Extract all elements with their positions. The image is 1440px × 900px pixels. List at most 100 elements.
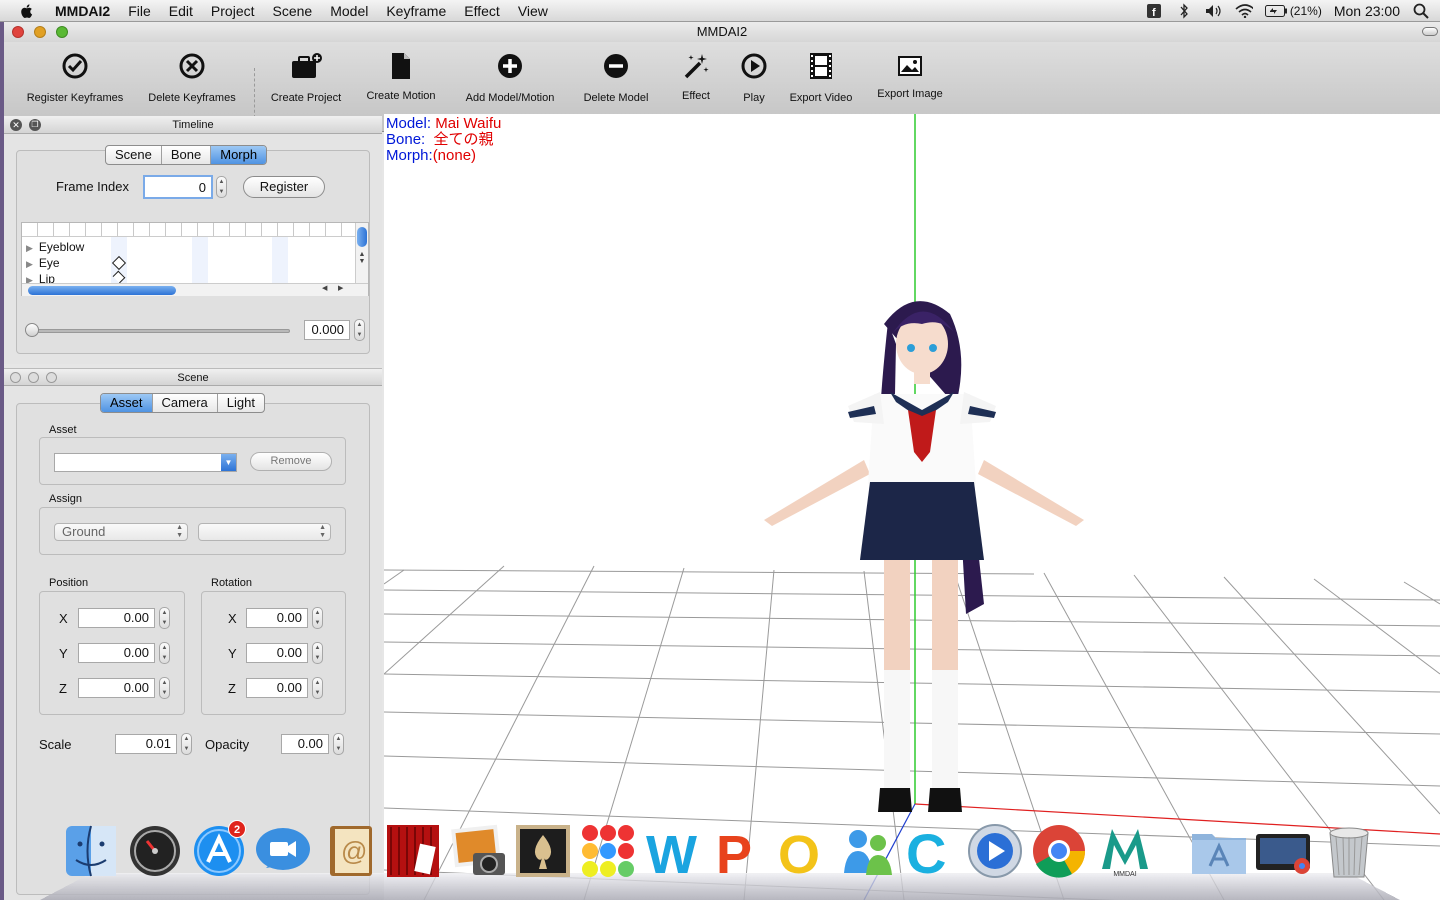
rotation-y-field[interactable]: 0.00 [246, 643, 308, 663]
spotlight-icon[interactable] [1412, 3, 1430, 19]
minimize-window-button[interactable] [34, 26, 46, 38]
disclosure-triangle-icon[interactable]: ▶ [26, 259, 33, 269]
dock-trash[interactable] [1320, 822, 1378, 880]
menu-model[interactable]: Model [321, 3, 377, 19]
scale-field[interactable]: 0.01 [115, 734, 177, 754]
tab-timeline-bone[interactable]: Bone [162, 146, 212, 164]
register-button[interactable]: Register [243, 176, 325, 198]
assign-bone-select[interactable]: ▲ ▼ [198, 523, 331, 541]
delete-keyframes-button[interactable]: Delete Keyframes [140, 46, 244, 126]
dock-game[interactable] [580, 822, 638, 880]
create-project-button[interactable]: Create Project [264, 46, 348, 126]
rotation-x-stepper[interactable]: ▲ ▼ [312, 607, 323, 629]
dock-lync[interactable] [838, 822, 896, 880]
timeline-horizontal-scrollbar[interactable]: ◀ ▶ [22, 283, 368, 296]
frame-index-stepper[interactable]: ▲ ▼ [216, 176, 227, 198]
dock-word[interactable]: W [644, 822, 702, 880]
dock-iphoto[interactable] [450, 822, 508, 880]
assign-target-select[interactable]: Ground ▲ ▼ [54, 523, 188, 541]
opacity-field[interactable]: 0.00 [281, 734, 329, 754]
dock-photo-booth[interactable] [384, 822, 442, 880]
position-x-field[interactable]: 0.00 [78, 608, 155, 628]
disclosure-triangle-icon[interactable]: ▶ [26, 243, 33, 253]
track-eye[interactable]: ▶ Eye [26, 256, 60, 270]
dock-dashboard[interactable] [126, 822, 184, 880]
dock-address-book[interactable]: @ [322, 822, 380, 880]
toolbar-toggle-button[interactable] [1422, 27, 1438, 36]
dropdown-arrow-icon[interactable]: ▼ [221, 454, 236, 471]
remove-button[interactable]: Remove [250, 452, 332, 471]
menu-app-name[interactable]: MMDAI2 [46, 3, 119, 19]
apple-menu-icon[interactable] [18, 2, 36, 20]
scroll-down-arrow-icon[interactable]: ▼ [356, 258, 368, 265]
position-y-field[interactable]: 0.00 [78, 643, 155, 663]
dock-outlook[interactable]: O [774, 822, 832, 880]
dock-applications-folder[interactable] [1190, 822, 1248, 880]
position-z-stepper[interactable]: ▲ ▼ [159, 677, 170, 699]
scale-stepper[interactable]: ▲ ▼ [181, 733, 192, 755]
volume-icon[interactable] [1205, 3, 1223, 19]
menu-keyframe[interactable]: Keyframe [377, 3, 455, 19]
dock-app-store[interactable]: 2 [190, 820, 248, 880]
dock-c-app[interactable]: C [902, 822, 960, 880]
timeline-slider-value[interactable]: 0.000 [304, 320, 350, 340]
3d-viewport[interactable]: Model: Mai Waifu Bone: 全ての親 Morph:(none) [384, 114, 1440, 900]
tab-scene-camera[interactable]: Camera [153, 394, 218, 412]
timeline-slider-knob[interactable] [25, 323, 39, 337]
menu-project[interactable]: Project [202, 3, 264, 19]
dock-mmdai[interactable]: MMDAI [1096, 822, 1154, 880]
rotation-z-stepper[interactable]: ▲ ▼ [312, 677, 323, 699]
scroll-left-arrow-icon[interactable]: ◀ [322, 284, 327, 292]
zoom-window-button[interactable] [56, 26, 68, 38]
battery-status[interactable]: (21%) [1264, 4, 1322, 18]
dock-finder[interactable] [62, 822, 120, 880]
track-eyeblow[interactable]: ▶ Eyeblow [26, 240, 84, 254]
position-z-field[interactable]: 0.00 [78, 678, 155, 698]
menu-edit[interactable]: Edit [160, 3, 202, 19]
position-y-stepper[interactable]: ▲ ▼ [159, 642, 170, 664]
bluetooth-icon[interactable] [1175, 3, 1193, 19]
timeline-slider-track[interactable] [26, 329, 290, 333]
dock-solitaire[interactable] [514, 822, 572, 880]
dock-powerpoint[interactable]: P [710, 822, 768, 880]
tab-scene-asset[interactable]: Asset [101, 394, 153, 412]
rotation-y-stepper[interactable]: ▲ ▼ [312, 642, 323, 664]
scene-minimize-icon[interactable] [28, 372, 39, 383]
create-motion-label: Create Motion [366, 90, 436, 102]
scroll-thumb[interactable] [28, 286, 176, 295]
wifi-icon[interactable] [1235, 3, 1253, 19]
rotation-x-field[interactable]: 0.00 [246, 608, 308, 628]
register-keyframes-button[interactable]: Register Keyframes [20, 46, 130, 126]
dock-facetime[interactable] [254, 822, 312, 880]
timeline-detach-icon[interactable]: ❐ [29, 119, 41, 131]
scroll-up-arrow-icon[interactable]: ▲ [356, 251, 368, 258]
timeline-close-icon[interactable]: ✕ [10, 119, 22, 131]
scene-zoom-icon[interactable] [46, 372, 57, 383]
disclosure-triangle-icon[interactable]: ▶ [26, 275, 33, 283]
scroll-thumb[interactable] [357, 227, 367, 247]
scene-close-icon[interactable] [10, 372, 21, 383]
timeline-vertical-scrollbar[interactable]: ▲ ▼ [355, 223, 368, 283]
scroll-right-arrow-icon[interactable]: ▶ [338, 284, 343, 292]
frame-index-field[interactable]: 0 [143, 175, 213, 199]
close-window-button[interactable] [12, 26, 24, 38]
facebook-icon[interactable]: f [1145, 3, 1163, 19]
menu-file[interactable]: File [119, 3, 160, 19]
tab-timeline-morph[interactable]: Morph [211, 146, 267, 164]
track-lip[interactable]: ▶ Lip [26, 272, 55, 283]
dock-chrome[interactable] [1030, 822, 1088, 880]
menu-effect[interactable]: Effect [455, 3, 509, 19]
tab-timeline-scene[interactable]: Scene [106, 146, 162, 164]
menu-view[interactable]: View [509, 3, 557, 19]
timeline-slider-stepper[interactable]: ▲ ▼ [354, 319, 365, 341]
menu-scene[interactable]: Scene [264, 3, 322, 19]
position-x-stepper[interactable]: ▲ ▼ [159, 607, 170, 629]
dock-downloads-stack[interactable] [1254, 822, 1312, 880]
dock-quicktime[interactable] [966, 822, 1024, 880]
tab-scene-light[interactable]: Light [218, 394, 264, 412]
opacity-stepper[interactable]: ▲ ▼ [333, 733, 344, 755]
asset-select[interactable]: ▼ [54, 453, 237, 472]
character-model[interactable] [744, 284, 1104, 824]
rotation-z-field[interactable]: 0.00 [246, 678, 308, 698]
clock[interactable]: Mon 23:00 [1334, 3, 1400, 19]
